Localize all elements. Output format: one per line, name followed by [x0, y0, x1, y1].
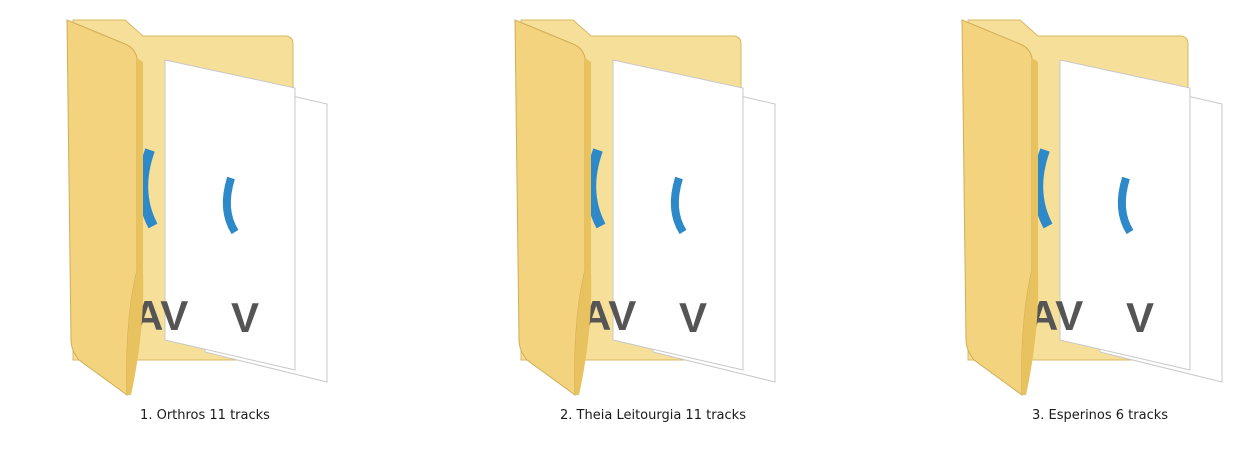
folder-item-2[interactable]: AV V 2. Theia Leitourgia 11 tracks — [503, 0, 803, 449]
svg-text:V: V — [1126, 294, 1154, 341]
svg-text:V: V — [679, 294, 707, 341]
folder-label: 3. Esperinos 6 tracks — [1031, 408, 1169, 423]
folder-label: 1. Orthros 11 tracks — [140, 408, 270, 423]
audio-folder-icon: AV V — [66, 19, 328, 397]
svg-text:V: V — [231, 294, 259, 341]
folder-item-3[interactable]: AV V 3. Esperinos 6 tracks — [950, 0, 1243, 449]
audio-folder-icon: AV V — [514, 19, 776, 397]
audio-folder-icon: AV V — [961, 19, 1223, 397]
folder-label: 2. Theia Leitourgia 11 tracks — [560, 408, 746, 423]
folder-item-1[interactable]: AV V 1. Orthros 11 tracks — [55, 0, 355, 449]
